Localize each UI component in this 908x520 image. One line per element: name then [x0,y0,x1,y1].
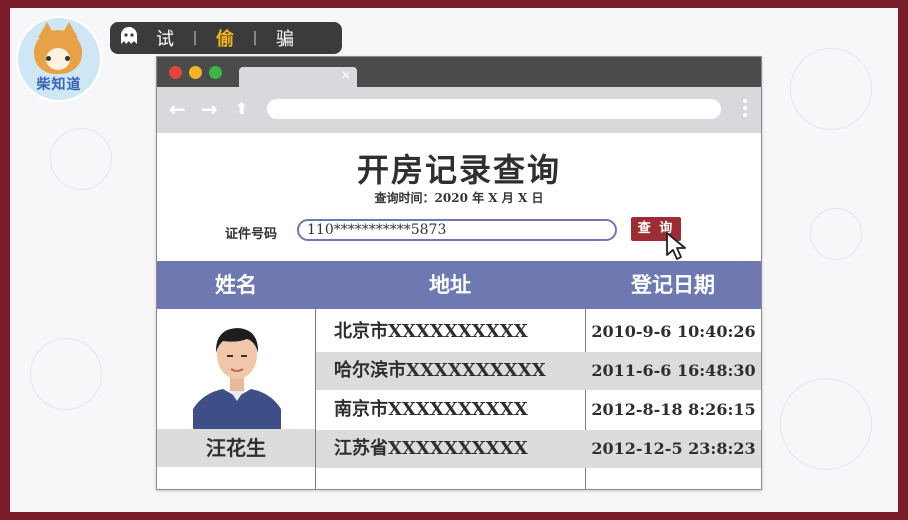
background-stage: 柴知道 试 | 偷 | 骗 × ← → ⬆ 开房记录查询 查询时间：2020 年… [10,8,898,512]
date-cell: 2010-9-6 10:40:26 [591,322,756,341]
banner-word: 骗 [276,29,294,50]
dog-face-icon [34,30,82,74]
address-cell: 北京市XXXXXXXXXX [334,321,528,342]
back-arrow-icon[interactable]: ← [169,97,186,121]
mouse-pointer-icon [665,231,687,265]
browser-titlebar: × [157,57,761,87]
person-name: 汪花生 [157,429,315,467]
table-header: 姓名 地址 登记日期 [157,261,761,309]
browser-tab[interactable]: × [239,67,357,87]
column-header-address: 地址 [429,272,471,297]
address-cell: 江苏省XXXXXXXXXX [334,438,528,459]
banner-separator: | [252,30,258,46]
table-row: 江苏省XXXXXXXXXX 2012-12-5 23:8:23 [316,430,761,468]
home-icon[interactable]: ⬆ [235,99,248,118]
table-row: 北京市XXXXXXXXXX 2010-9-6 10:40:26 [316,313,761,351]
browser-navbar: ← → ⬆ [157,87,761,133]
doodle-circle [810,208,862,260]
address-bar[interactable] [267,99,721,119]
column-header-date: 登记日期 [631,272,715,297]
table-row: 南京市XXXXXXXXXX 2012-8-18 8:26:15 [316,391,761,429]
shiba-logo-badge: 柴知道 [16,16,102,102]
id-number-input[interactable]: 110***********5873 [297,219,617,241]
page-title: 开房记录查询 [356,151,561,189]
banner-separator: | [192,30,198,46]
banner-word: 试 [156,29,174,50]
more-menu-icon[interactable] [743,99,747,120]
date-cell: 2011-6-6 16:48:30 [591,361,756,380]
query-time-text: 查询时间：2020 年 X 月 X 日 [374,191,544,205]
person-photo [193,317,281,429]
badge-text: 柴知道 [36,77,82,93]
doodle-circle [790,48,872,130]
tab-close-icon[interactable]: × [340,68,351,83]
forward-arrow-icon[interactable]: → [201,97,218,121]
address-cell: 南京市XXXXXXXXXX [334,399,528,420]
person-photo-cell [157,309,315,429]
banner-word-highlight: 偷 [216,29,234,50]
id-number-label: 证件号码 [225,227,278,242]
maximize-window-dot[interactable] [209,66,222,79]
ghost-icon [118,26,140,51]
browser-window: × ← → ⬆ 开房记录查询 查询时间：2020 年 X 月 X 日 证件号码 … [156,56,762,490]
minimize-window-dot[interactable] [189,66,202,79]
date-cell: 2012-12-5 23:8:23 [591,439,756,458]
date-cell: 2012-8-18 8:26:15 [591,400,756,419]
banner-pill: 试 | 偷 | 骗 [110,22,342,54]
address-cell: 哈尔滨市XXXXXXXXXX [334,360,546,381]
doodle-circle [780,378,872,470]
doodle-circle [30,338,102,410]
table-row: 哈尔滨市XXXXXXXXXX 2011-6-6 16:48:30 [316,352,761,390]
doodle-circle [50,128,112,190]
close-window-dot[interactable] [169,66,182,79]
column-header-name: 姓名 [215,272,257,297]
